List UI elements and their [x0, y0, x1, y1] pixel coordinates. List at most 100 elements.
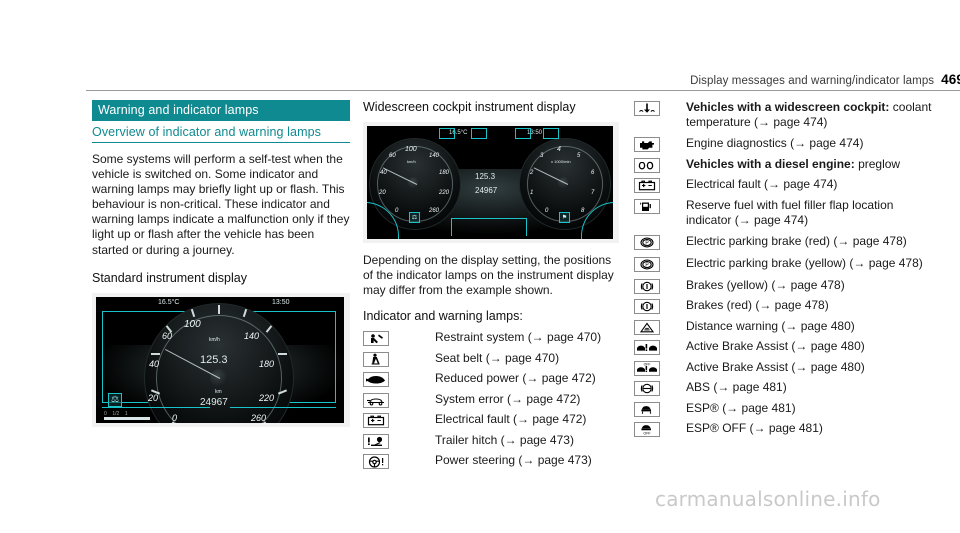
header-title: Display messages and warning/indicator l…	[690, 75, 935, 87]
list-item: Restraint system (→ page 470)	[363, 330, 619, 347]
speed-tick-0: 0	[395, 208, 399, 214]
list-item-lead: Vehicles with a widescreen cockpit:	[686, 100, 890, 114]
list-item: Electrical fault (→ page 474)	[634, 177, 934, 194]
list-item-label: Reduced power (→ page 472)	[435, 371, 596, 386]
cluster-indicator-left: ⚖	[409, 212, 420, 223]
list-item: Distance warning (→ page 480)	[634, 319, 934, 335]
list-item-label: ESP® (→ page 481)	[686, 400, 796, 415]
list-item-label: Seat belt (→ page 470)	[435, 350, 560, 365]
standard-display-heading: Standard instrument display	[92, 270, 247, 285]
rpm-tick-6: 6	[591, 170, 595, 176]
dial-tick	[278, 352, 287, 355]
dial-tick	[151, 352, 160, 355]
list-item: Brakes (red) (→ page 478)	[634, 298, 934, 315]
list-item-label: System error (→ page 472)	[435, 391, 581, 406]
electrical-fault-battery-icon	[634, 178, 660, 194]
esp-off-icon: OFF	[634, 422, 660, 438]
clock: 13:50	[272, 298, 290, 306]
lamps-list-heading: Indicator and warning lamps:	[363, 309, 523, 324]
preglow-icon	[634, 157, 660, 173]
list-item: Electrical fault (→ page 472)	[363, 412, 619, 429]
right-lamp-list: Vehicles with a widescreen cockpit: cool…	[634, 100, 934, 438]
highlight-box-indicator	[471, 128, 487, 139]
reserve-fuel-icon	[634, 198, 660, 214]
list-item: System error (→ page 472)	[363, 392, 619, 408]
list-item-label: Engine diagnostics (→ page 474)	[686, 136, 864, 151]
trip-value: 125.3	[475, 172, 496, 181]
odometer-unit: km	[215, 388, 222, 395]
speed-tick-60: 60	[162, 330, 173, 341]
list-item: P Electric parking brake (yellow) (→ pag…	[634, 256, 934, 272]
dial-tick	[218, 304, 220, 314]
speed-tick-140: 140	[244, 330, 260, 341]
speed-tick-40: 40	[380, 170, 387, 176]
list-item-label: Active Brake Assist (→ page 480)	[686, 359, 865, 374]
highlight-underline	[102, 406, 210, 409]
widescreen-paragraph: Depending on the display setting, the po…	[363, 253, 614, 298]
list-item: Brakes (yellow) (→ page 478)	[634, 278, 934, 294]
speed-tick-20: 20	[148, 392, 159, 403]
list-item-lead: Vehicles with a diesel engine:	[686, 156, 855, 171]
right-column: Vehicles with a widescreen cockpit: cool…	[634, 100, 934, 442]
highlight-underline	[230, 406, 336, 409]
list-item-label: Electric parking brake (red) (→ page 478…	[686, 233, 907, 248]
abs-icon	[634, 381, 660, 397]
list-item: ESP® (→ page 481)	[634, 401, 934, 417]
list-item: Seat belt (→ page 470)	[363, 351, 619, 367]
brakes-red-icon	[634, 299, 660, 315]
list-item: Reduced power (→ page 472)	[363, 371, 619, 388]
middle-column: Widescreen cockpit instrument display 10…	[363, 100, 619, 474]
list-item: Active Brake Assist (→ page 480)	[634, 339, 934, 356]
coolant-temperature-icon	[634, 101, 660, 116]
list-item-label: Vehicles with a widescreen cockpit: cool…	[686, 100, 934, 130]
list-item-label: Trailer hitch (→ page 473)	[435, 432, 574, 447]
active-brake-assist-off-icon: OFF	[634, 360, 660, 376]
list-item-label: Brakes (yellow) (→ page 478)	[686, 277, 845, 292]
list-item: Engine diagnostics (→ page 474)	[634, 136, 934, 153]
electric-parking-brake-red-icon: P	[634, 234, 660, 250]
highlight-box-indicator	[515, 128, 531, 139]
rpm-tick-5: 5	[577, 153, 581, 159]
list-item-label: ABS (→ page 481)	[686, 380, 787, 395]
brakes-yellow-icon	[634, 278, 660, 294]
widescreen-cluster-figure: 100 60 140 40 180 20 220 0 260 km/h ⚖ 4 …	[363, 122, 619, 243]
power-steering-icon	[363, 454, 389, 470]
list-item: P Electric parking brake (red) (→ page 4…	[634, 234, 934, 250]
speed-tick-180: 180	[439, 170, 450, 176]
speed-tick-260: 260	[251, 412, 267, 423]
page-number: 469	[941, 72, 960, 87]
speed-tick-20: 20	[379, 190, 386, 196]
rpm-tick-2: 2	[530, 170, 534, 176]
section-subtitle: Overview of indicator and warning lamps	[92, 121, 350, 143]
esp-icon	[634, 401, 660, 417]
list-item-label: Reserve fuel with fuel filler flap locat…	[686, 197, 894, 227]
list-item-label: Restraint system (→ page 470)	[435, 330, 602, 345]
rpm-tick-8: 8	[581, 208, 585, 214]
list-item-label: Brakes (red) (→ page 478)	[686, 298, 829, 313]
list-item-label: Power steering (→ page 473)	[435, 453, 592, 468]
manual-page: Display messages and warning/indicator l…	[0, 0, 960, 533]
list-item-label: Electrical fault (→ page 472)	[435, 412, 587, 427]
speed-tick-260: 260	[429, 208, 440, 214]
widescreen-cluster-image: 100 60 140 40 180 20 220 0 260 km/h ⚖ 4 …	[367, 126, 613, 239]
speed-tick-220: 220	[439, 190, 450, 196]
fuel-bar	[104, 416, 150, 420]
list-item-label: Distance warning (→ page 480)	[686, 318, 855, 333]
list-item-label: Vehicles with a diesel engine: preglow	[686, 157, 900, 172]
highlight-box-clock	[543, 128, 559, 139]
running-header: Display messages and warning/indicator l…	[86, 72, 960, 87]
list-item: Vehicles with a widescreen cockpit: cool…	[634, 100, 934, 130]
list-item-label: Active Brake Assist (→ page 480)	[686, 339, 865, 354]
list-item: Power steering (→ page 473)	[363, 453, 619, 470]
site-watermark: carmanualsonline.info	[655, 487, 881, 511]
speed-tick-60: 60	[389, 153, 396, 159]
intro-paragraph: Some systems will perform a self-test wh…	[92, 152, 350, 257]
speed-unit-label: km/h	[407, 159, 416, 164]
distance-warning-icon	[634, 319, 660, 335]
list-item-detail: preglow	[858, 156, 901, 171]
speed-tick-220: 220	[259, 392, 275, 403]
list-item-label: Electric parking brake (yellow) (→ page …	[686, 255, 923, 270]
highlight-box-centre	[451, 218, 527, 236]
trip-value: 125.3	[200, 353, 228, 366]
system-error-icon	[363, 392, 389, 408]
